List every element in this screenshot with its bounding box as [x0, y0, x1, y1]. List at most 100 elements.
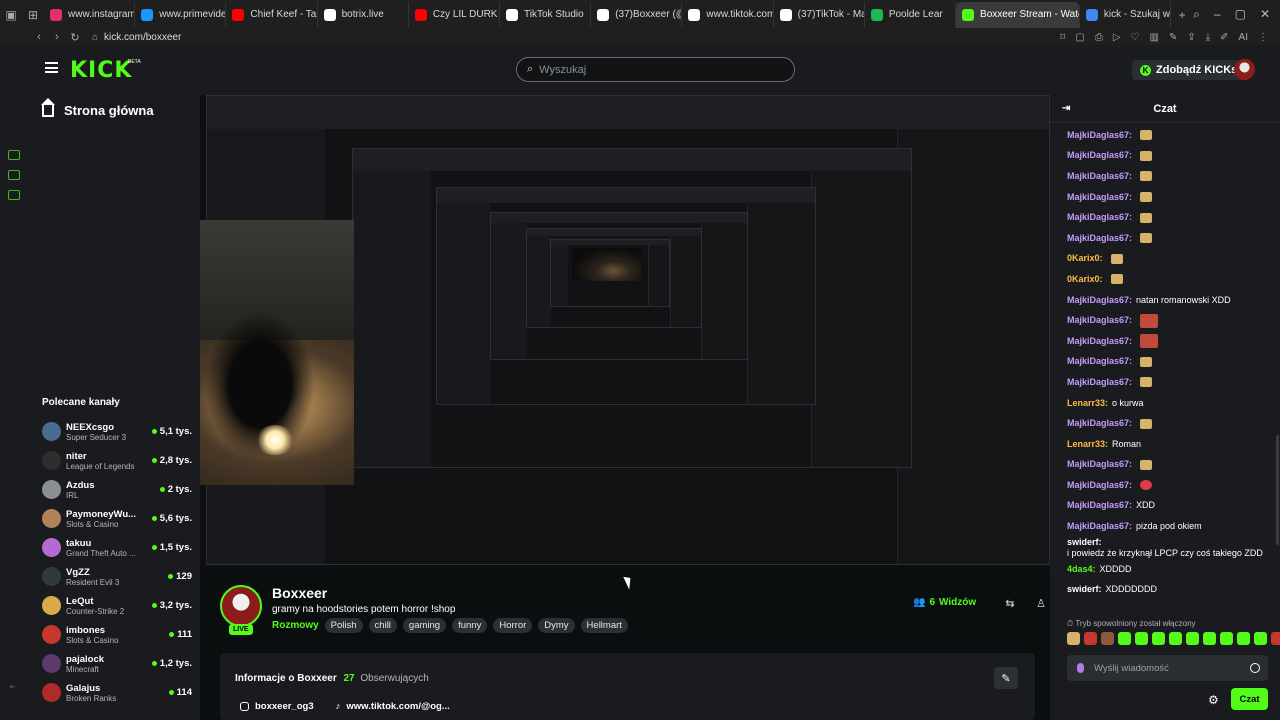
chat-username[interactable]: 0Karix0: — [1067, 253, 1103, 264]
send-chat-button[interactable]: Czat — [1231, 688, 1268, 710]
stream-tag[interactable]: chill — [368, 618, 397, 633]
chat-username[interactable]: MajkiDaglas67: — [1067, 521, 1132, 532]
collapse-chat-icon[interactable]: ⇥ — [1062, 103, 1070, 114]
browser-tab[interactable]: Poolde Lear — [865, 1, 957, 28]
instagram-link[interactable]: boxxeer_og3 — [240, 701, 314, 712]
chat-username[interactable]: Lenarr33: — [1067, 439, 1108, 450]
stream-tag[interactable]: Hellmart — [580, 618, 628, 633]
shortcut-icon[interactable] — [8, 170, 20, 180]
emoji-icon[interactable] — [1250, 663, 1260, 673]
stream-tag[interactable]: Polish — [324, 618, 363, 633]
browser-tab[interactable]: Czy LIL DURK z — [409, 1, 501, 28]
channel-item[interactable]: niter League of Legends 2,8 tys. — [42, 446, 192, 475]
share-page-icon[interactable]: ⇪ — [1187, 32, 1195, 43]
emote-icon[interactable] — [1271, 632, 1280, 645]
chat-username[interactable]: swiderf: — [1067, 537, 1102, 548]
download-icon[interactable]: ⤓ — [1206, 32, 1210, 43]
emote-icon[interactable] — [1169, 632, 1182, 645]
stream-tag[interactable]: Horror — [493, 618, 533, 633]
search-input[interactable]: ⌕ Wyszukaj — [516, 57, 795, 82]
chat-settings-icon[interactable]: ⚙ — [1208, 693, 1219, 707]
emote-icon[interactable] — [1203, 632, 1216, 645]
channel-item[interactable]: NEEXcsgo Super Seducer 3 5,1 tys. — [42, 417, 192, 446]
channel-item[interactable]: Azdus IRL 2 tys. — [42, 475, 192, 504]
chat-input[interactable]: Wyślij wiadomość — [1067, 655, 1268, 681]
chat-username[interactable]: Lenarr33: — [1067, 398, 1108, 409]
share-icon[interactable]: ⇆ — [1004, 597, 1016, 610]
chat-username[interactable]: MajkiDaglas67: — [1067, 315, 1132, 326]
stream-tag[interactable]: funny — [452, 618, 488, 633]
chat-username[interactable]: MajkiDaglas67: — [1067, 418, 1132, 429]
shortcut-icon[interactable] — [8, 150, 20, 160]
channel-item[interactable]: LeQut Counter-Strike 2 3,2 tys. — [42, 591, 192, 620]
channel-item[interactable]: imbones Slots & Casino 111 — [42, 620, 192, 649]
back-icon[interactable]: ‹ — [30, 31, 48, 43]
extension-icon[interactable]: ✎ — [1169, 32, 1177, 43]
browser-tab[interactable]: kick - Szukaj w — [1080, 1, 1172, 28]
home-link[interactable]: Strona główna — [41, 97, 154, 118]
chat-username[interactable]: MajkiDaglas67: — [1067, 212, 1132, 223]
edit-icon[interactable]: ✐ — [1220, 32, 1228, 43]
chat-scrollbar[interactable] — [1276, 435, 1279, 545]
url-field[interactable]: ⌂ kick.com/boxxeer — [92, 32, 181, 43]
channel-item[interactable]: VgZZ Resident Evil 3 129 — [42, 562, 192, 591]
more-menu-icon[interactable]: ⋮ — [1258, 32, 1268, 43]
chat-username[interactable]: MajkiDaglas67: — [1067, 356, 1132, 367]
emote-icon[interactable] — [1186, 632, 1199, 645]
menu-icon[interactable] — [45, 62, 58, 73]
follow-icon[interactable]: ♙ — [1035, 597, 1047, 610]
chat-username[interactable]: MajkiDaglas67: — [1067, 336, 1132, 347]
window-menu-icon[interactable]: ▣ — [0, 4, 22, 26]
browser-tab[interactable]: (37)TikTok - Ma — [774, 1, 865, 28]
print-icon[interactable]: ⎙ — [1095, 32, 1103, 43]
ai-button[interactable]: AI — [1239, 32, 1248, 43]
browser-tab[interactable]: (37)Boxxeer (@ — [591, 1, 683, 28]
browser-tab[interactable]: www.tiktok.com — [682, 1, 774, 28]
chat-username[interactable]: MajkiDaglas67: — [1067, 130, 1132, 141]
chat-username[interactable]: MajkiDaglas67: — [1067, 377, 1132, 388]
emote-icon[interactable] — [1101, 632, 1114, 645]
chat-username[interactable]: MajkiDaglas67: — [1067, 150, 1132, 161]
heart-icon[interactable]: ♡ — [1131, 32, 1140, 43]
chat-username[interactable]: MajkiDaglas67: — [1067, 480, 1132, 491]
channel-item[interactable]: PaymoneyWu... Slots & Casino 5,6 tys. — [42, 504, 192, 533]
chat-username[interactable]: 0Karix0: — [1067, 274, 1103, 285]
emote-icon[interactable] — [1118, 632, 1131, 645]
chat-username[interactable]: MajkiDaglas67: — [1067, 192, 1132, 203]
new-tab-icon[interactable]: + — [1171, 4, 1193, 26]
collapse-sidebar-icon[interactable]: ⇤ — [10, 683, 16, 691]
reload-icon[interactable]: ↻ — [66, 31, 84, 44]
browser-tab[interactable]: Chief Keef - Tal — [226, 1, 318, 28]
tiktok-link[interactable]: ♪ www.tiktok.com/@og... — [336, 701, 450, 712]
channel-item[interactable]: takuu Grand Theft Auto ... 1,5 tys. — [42, 533, 192, 562]
edit-about-button[interactable]: ✎ — [994, 667, 1018, 689]
browser-tab[interactable]: TikTok Studio — [500, 1, 592, 28]
site-info-icon[interactable]: ⌂ — [92, 32, 98, 43]
chat-username[interactable]: MajkiDaglas67: — [1067, 500, 1132, 511]
chat-username[interactable]: MajkiDaglas67: — [1067, 459, 1132, 470]
channel-item[interactable]: pajalock Minecraft 1,2 tys. — [42, 649, 192, 678]
search-tabs-icon[interactable]: ⌕ — [1193, 7, 1200, 22]
mic-icon[interactable] — [1077, 663, 1084, 673]
stream-tag[interactable]: gaming — [402, 618, 447, 633]
channel-item[interactable]: Galajus Broken Ranks 114 — [42, 678, 192, 707]
sidebar-icon[interactable]: ▥ — [1150, 32, 1159, 43]
browser-tab[interactable]: Boxxeer Stream - Watch L — [956, 1, 1080, 28]
forward-icon[interactable]: › — [48, 31, 66, 43]
shortcut-icon[interactable] — [8, 190, 20, 200]
chat-username[interactable]: 4das4: — [1067, 564, 1096, 575]
browser-tab[interactable]: www.primevide — [135, 1, 227, 28]
bookmark-icon[interactable]: ⌑ — [1060, 32, 1065, 43]
emote-icon[interactable] — [1220, 632, 1233, 645]
browser-tab[interactable]: botrix.live — [318, 1, 409, 28]
user-avatar[interactable] — [1234, 59, 1255, 80]
browser-tab[interactable]: www.instagram — [44, 1, 136, 28]
kick-logo[interactable]: KICK — [70, 58, 132, 83]
emote-icon[interactable] — [1067, 632, 1080, 645]
tab-overview-icon[interactable]: ⊞ — [22, 4, 44, 26]
maximize-icon[interactable]: ▢ — [1235, 7, 1246, 22]
emote-icon[interactable] — [1237, 632, 1250, 645]
stream-tag[interactable]: Dymy — [538, 618, 575, 633]
chat-username[interactable]: MajkiDaglas67: — [1067, 295, 1132, 306]
chat-username[interactable]: swiderf: — [1067, 584, 1102, 595]
